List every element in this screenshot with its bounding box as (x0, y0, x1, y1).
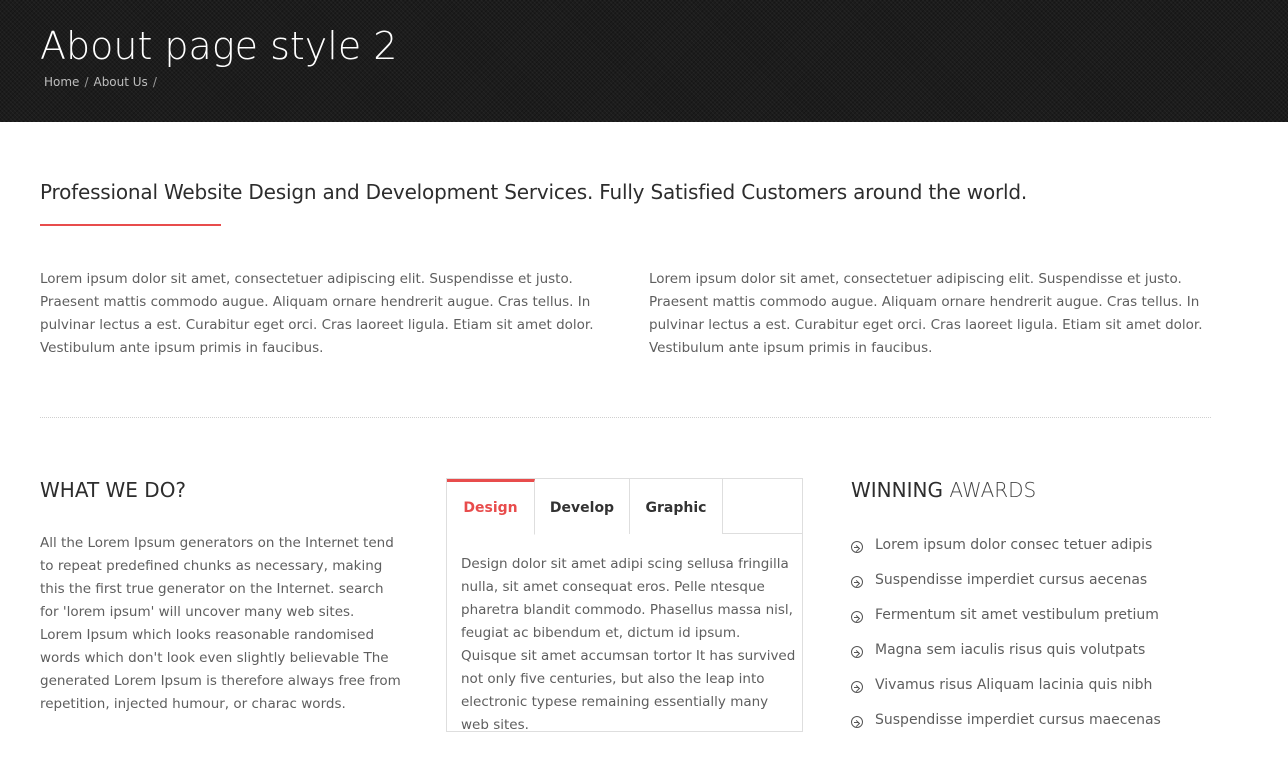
list-item: Suspendisse imperdiet cursus aecenas (851, 572, 1161, 607)
award-item-label: Fermentum sit amet vestibulum pretium (875, 607, 1159, 623)
award-item-label: Lorem ipsum dolor consec tetuer adipis (875, 537, 1153, 553)
breadcrumb: Home / About Us / (44, 75, 162, 89)
winning-awards-heading-thin: AWARDS (949, 478, 1037, 502)
winning-awards-heading: WINNING AWARDS (851, 478, 1036, 502)
circle-arrow-right-icon (851, 716, 863, 728)
award-item-label: Suspendisse imperdiet cursus maecenas (875, 712, 1161, 728)
services-tabs: Design Develop Graphic Design dolor sit … (446, 478, 803, 733)
circle-arrow-right-icon (851, 611, 863, 623)
circle-arrow-right-icon (851, 576, 863, 588)
section-divider (40, 417, 1211, 418)
award-item-label: Vivamus risus Aliquam lacinia quis nibh (875, 677, 1153, 693)
what-we-do-paragraph: Lorem Ipsum which looks reasonable rando… (40, 627, 401, 712)
what-we-do-text: All the Lorem Ipsum generators on the In… (40, 532, 405, 716)
intro-heading: Professional Website Design and Developm… (40, 180, 1028, 204)
tab-panel-content: Design dolor sit amet adipi scing sellus… (461, 556, 796, 733)
winning-awards-heading-bold: WINNING (851, 478, 943, 502)
breadcrumb-about-link[interactable]: About Us (93, 75, 147, 89)
page-title: About page style 2 (40, 24, 398, 68)
award-item-label: Suspendisse imperdiet cursus aecenas (875, 572, 1148, 588)
heading-underline-divider (40, 224, 221, 226)
list-item: Lorem ipsum dolor consec tetuer adipis (851, 537, 1161, 572)
page-header-banner: About page style 2 Home / About Us / (0, 0, 1288, 122)
tab-bar: Design Develop Graphic (447, 479, 802, 535)
list-item: Magna sem iaculis risus quis volutpats (851, 642, 1161, 677)
award-item-label: Magna sem iaculis risus quis volutpats (875, 642, 1146, 658)
breadcrumb-home-link[interactable]: Home (44, 75, 79, 89)
list-item: Suspendisse imperdiet cursus maecenas (851, 712, 1161, 747)
circle-arrow-right-icon (851, 646, 863, 658)
tab-develop[interactable]: Develop (535, 479, 630, 534)
tab-graphic[interactable]: Graphic (630, 479, 723, 534)
list-item: Vivamus risus Aliquam lacinia quis nibh (851, 677, 1161, 712)
list-item: Fermentum sit amet vestibulum pretium (851, 607, 1161, 642)
tab-design[interactable]: Design (447, 479, 535, 535)
what-we-do-heading: WHAT WE DO? (40, 478, 187, 502)
intro-text-left: Lorem ipsum dolor sit amet, consectetuer… (40, 271, 594, 356)
circle-arrow-right-icon (851, 681, 863, 693)
awards-list: Lorem ipsum dolor consec tetuer adipis S… (851, 537, 1161, 747)
breadcrumb-separator: / (152, 75, 157, 89)
circle-arrow-right-icon (851, 541, 863, 553)
what-we-do-paragraph: All the Lorem Ipsum generators on the In… (40, 535, 394, 620)
breadcrumb-separator: / (84, 75, 89, 89)
intro-text-right: Lorem ipsum dolor sit amet, consectetuer… (649, 271, 1203, 356)
